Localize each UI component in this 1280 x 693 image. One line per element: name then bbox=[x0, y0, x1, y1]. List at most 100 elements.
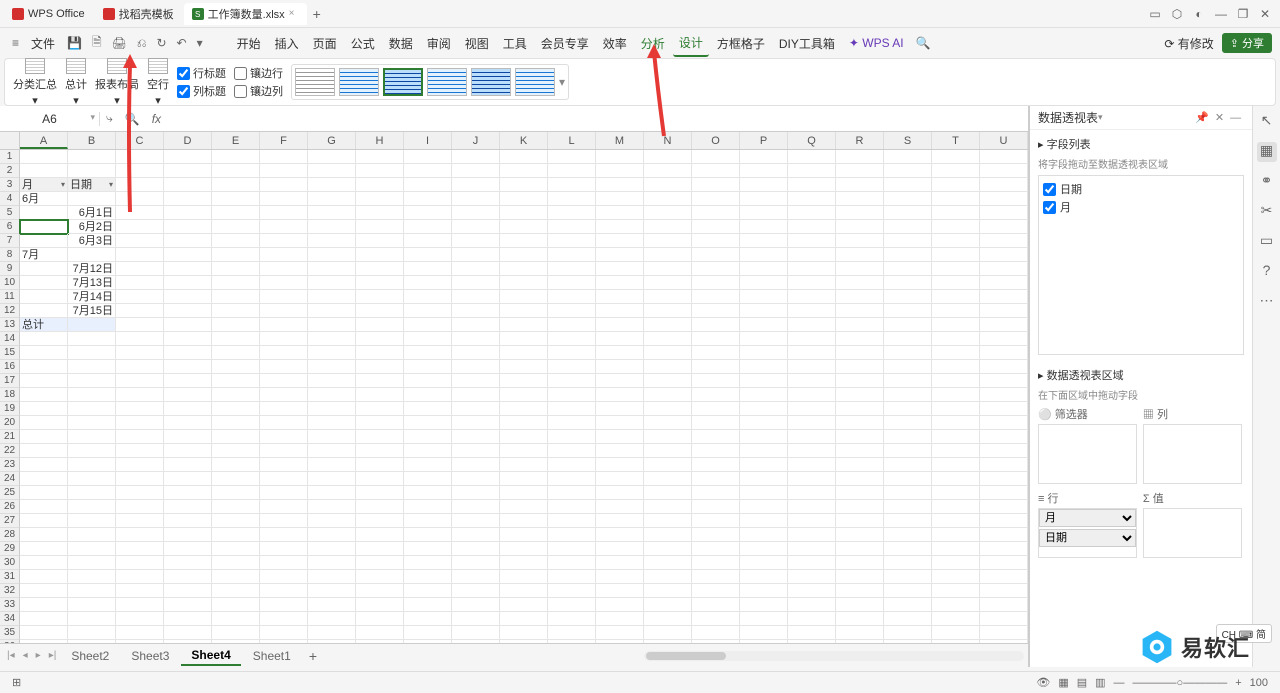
cell[interactable] bbox=[980, 528, 1028, 542]
cell[interactable] bbox=[980, 486, 1028, 500]
cell[interactable] bbox=[836, 262, 884, 276]
cell[interactable] bbox=[932, 360, 980, 374]
cell[interactable] bbox=[164, 374, 212, 388]
ribbon-subtotal[interactable]: 分类汇总 ▾ bbox=[13, 58, 57, 107]
cell[interactable] bbox=[932, 402, 980, 416]
undo-arrow-icon[interactable]: ↶ bbox=[173, 36, 191, 50]
cell[interactable] bbox=[692, 304, 740, 318]
cell[interactable] bbox=[164, 192, 212, 206]
cell[interactable]: 6月1日 bbox=[68, 206, 116, 220]
sheet-tab-active[interactable]: Sheet4 bbox=[181, 646, 240, 666]
cell[interactable] bbox=[212, 556, 260, 570]
cell[interactable] bbox=[212, 192, 260, 206]
cell[interactable] bbox=[884, 612, 932, 626]
cell[interactable] bbox=[884, 360, 932, 374]
cell[interactable] bbox=[644, 640, 692, 643]
style-swatch-6[interactable] bbox=[515, 68, 555, 96]
cell[interactable] bbox=[164, 304, 212, 318]
cell[interactable] bbox=[116, 332, 164, 346]
cell[interactable]: 7月14日 bbox=[68, 290, 116, 304]
cell[interactable] bbox=[932, 472, 980, 486]
cell[interactable] bbox=[356, 332, 404, 346]
cell[interactable] bbox=[788, 612, 836, 626]
cell[interactable] bbox=[164, 626, 212, 640]
cell[interactable] bbox=[740, 374, 788, 388]
cell[interactable] bbox=[356, 528, 404, 542]
cell[interactable] bbox=[596, 640, 644, 643]
cell[interactable] bbox=[692, 416, 740, 430]
cell[interactable] bbox=[980, 304, 1028, 318]
cell[interactable] bbox=[116, 318, 164, 332]
cell[interactable] bbox=[452, 318, 500, 332]
cell[interactable] bbox=[836, 486, 884, 500]
cell[interactable] bbox=[740, 640, 788, 643]
cell[interactable] bbox=[500, 514, 548, 528]
cell[interactable] bbox=[164, 472, 212, 486]
cell[interactable] bbox=[164, 402, 212, 416]
cell[interactable] bbox=[596, 360, 644, 374]
cell[interactable] bbox=[692, 164, 740, 178]
cell[interactable] bbox=[596, 304, 644, 318]
cell[interactable] bbox=[116, 402, 164, 416]
status-eye-icon[interactable]: 👁 bbox=[1032, 676, 1054, 689]
cell[interactable] bbox=[596, 234, 644, 248]
cell[interactable] bbox=[692, 542, 740, 556]
cell[interactable] bbox=[500, 556, 548, 570]
cell[interactable]: 7月13日 bbox=[68, 276, 116, 290]
cell[interactable] bbox=[884, 584, 932, 598]
cell[interactable] bbox=[116, 486, 164, 500]
cell[interactable] bbox=[548, 556, 596, 570]
cell[interactable] bbox=[548, 626, 596, 640]
cell[interactable] bbox=[20, 234, 68, 248]
cell[interactable] bbox=[596, 192, 644, 206]
cell[interactable] bbox=[212, 276, 260, 290]
cell[interactable] bbox=[740, 416, 788, 430]
cell[interactable] bbox=[980, 164, 1028, 178]
cell[interactable] bbox=[260, 304, 308, 318]
sheet-tab[interactable]: Sheet2 bbox=[61, 647, 119, 665]
cell[interactable] bbox=[260, 388, 308, 402]
cell[interactable] bbox=[68, 388, 116, 402]
cell[interactable] bbox=[20, 332, 68, 346]
cell[interactable] bbox=[260, 234, 308, 248]
cell[interactable] bbox=[980, 178, 1028, 192]
cell[interactable] bbox=[404, 164, 452, 178]
cell[interactable] bbox=[644, 528, 692, 542]
cell[interactable] bbox=[404, 276, 452, 290]
cell[interactable] bbox=[836, 402, 884, 416]
cell[interactable] bbox=[404, 192, 452, 206]
cell[interactable] bbox=[740, 458, 788, 472]
cell[interactable] bbox=[740, 346, 788, 360]
cell[interactable] bbox=[932, 514, 980, 528]
style-swatch-5[interactable] bbox=[471, 68, 511, 96]
cell[interactable] bbox=[740, 598, 788, 612]
zone-row[interactable]: 月 日期 bbox=[1038, 508, 1137, 558]
row-header[interactable]: 27 bbox=[0, 514, 20, 528]
cell[interactable] bbox=[260, 220, 308, 234]
cell[interactable] bbox=[20, 570, 68, 584]
cell[interactable] bbox=[20, 416, 68, 430]
search-icon[interactable]: 🔍 bbox=[912, 36, 935, 50]
cell[interactable] bbox=[356, 612, 404, 626]
cell[interactable] bbox=[932, 626, 980, 640]
cell[interactable] bbox=[884, 514, 932, 528]
cell[interactable] bbox=[692, 598, 740, 612]
cell[interactable] bbox=[692, 556, 740, 570]
cell[interactable] bbox=[788, 458, 836, 472]
col-header[interactable]: U bbox=[980, 132, 1028, 149]
cell[interactable] bbox=[740, 430, 788, 444]
cell[interactable] bbox=[404, 332, 452, 346]
cell[interactable] bbox=[164, 556, 212, 570]
menu-icon[interactable]: ≡ bbox=[8, 36, 23, 50]
cell[interactable] bbox=[644, 388, 692, 402]
cell[interactable] bbox=[596, 164, 644, 178]
cell[interactable] bbox=[68, 192, 116, 206]
cell[interactable] bbox=[788, 346, 836, 360]
cell[interactable] bbox=[548, 262, 596, 276]
cell[interactable] bbox=[548, 430, 596, 444]
cell[interactable] bbox=[68, 416, 116, 430]
cell[interactable] bbox=[116, 430, 164, 444]
cell[interactable] bbox=[20, 486, 68, 500]
cell[interactable] bbox=[356, 290, 404, 304]
cell[interactable] bbox=[116, 640, 164, 643]
